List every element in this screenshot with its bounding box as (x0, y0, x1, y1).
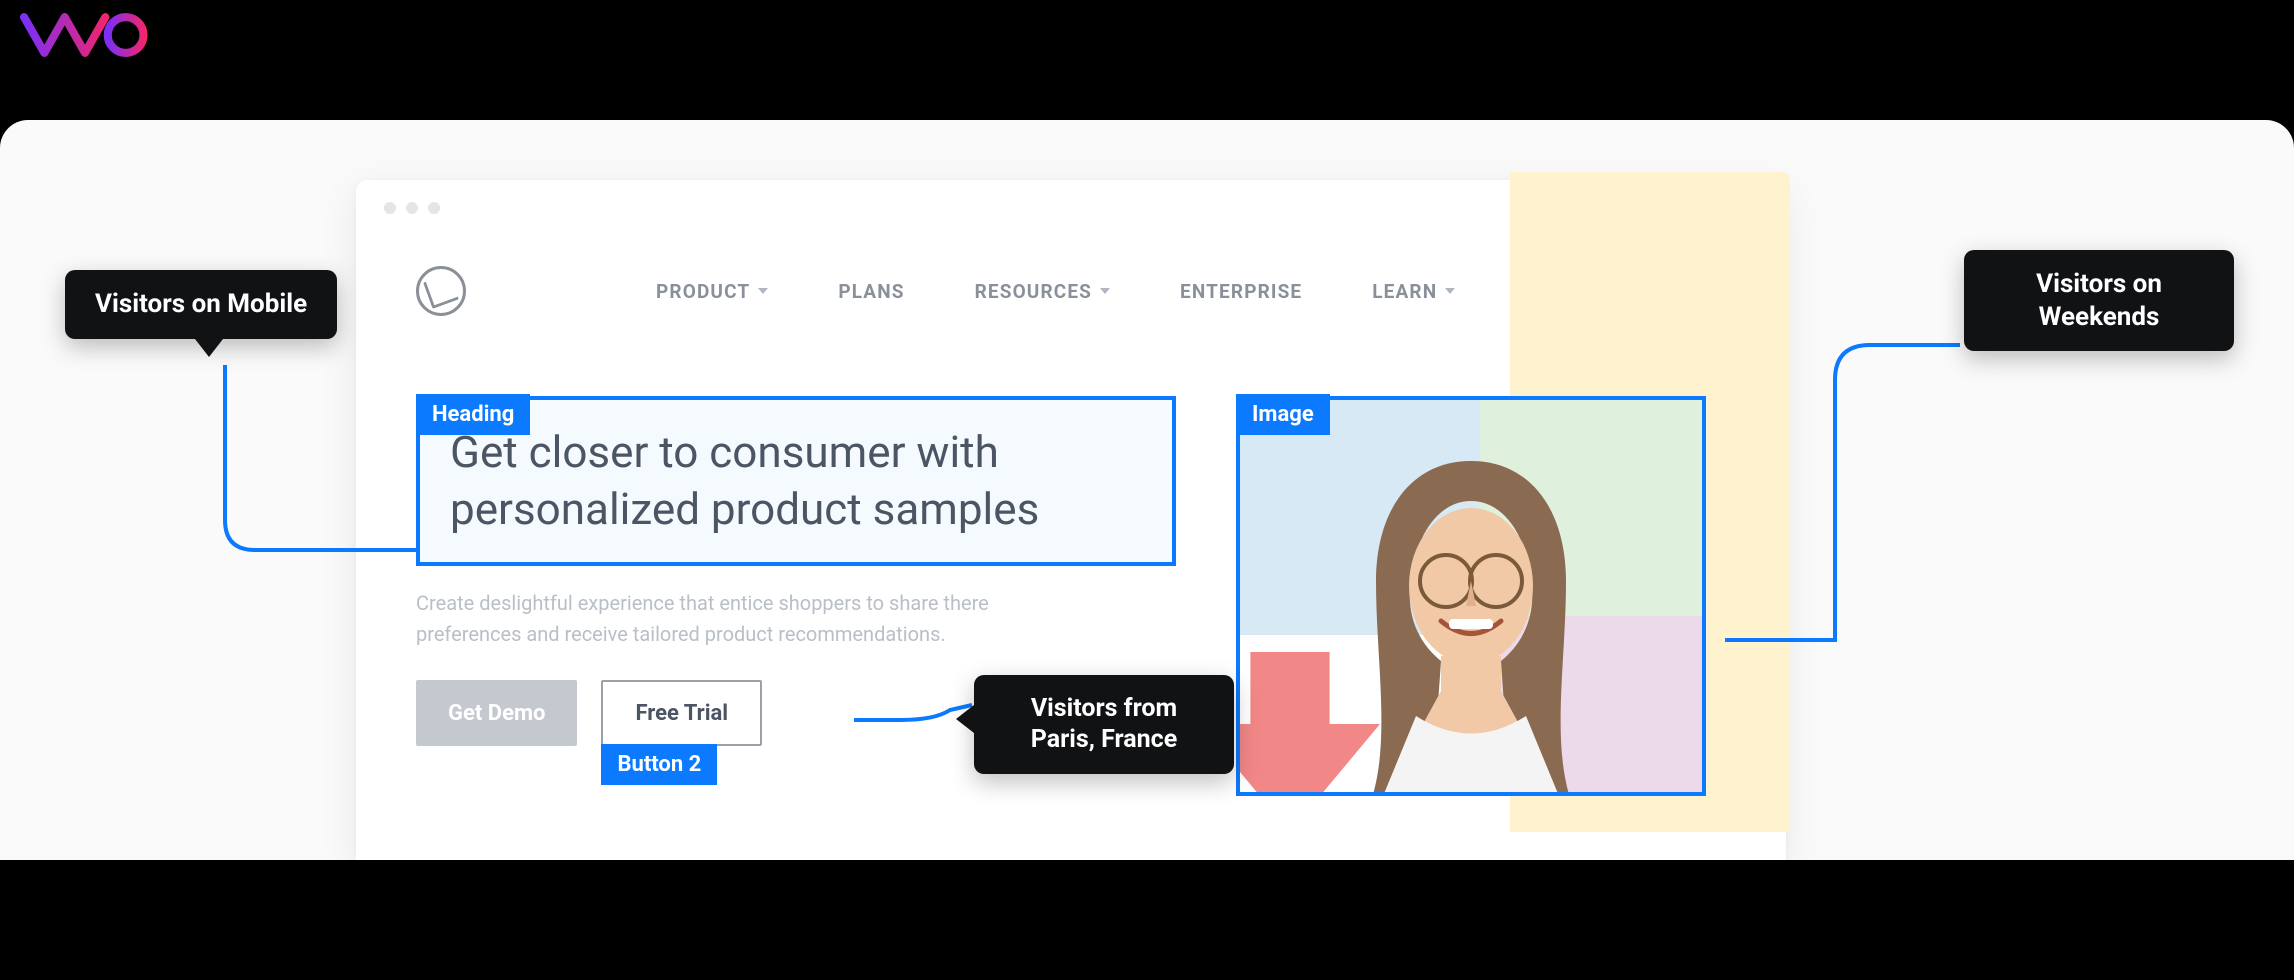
button-label: Free Trial (635, 701, 728, 726)
nav-label: PLANS (838, 280, 904, 303)
hero-right: Image (1236, 356, 1706, 796)
editor-tag-button2[interactable]: Button 2 (601, 744, 717, 785)
stage: Visitors on Mobile Visitors from Paris, … (0, 120, 2294, 860)
site-logo-icon[interactable] (416, 266, 466, 316)
callout-visitors-mobile[interactable]: Visitors on Mobile (65, 270, 337, 339)
nav-label: PRODUCT (656, 280, 750, 303)
tag-label: Button 2 (617, 752, 701, 777)
callout-label: Visitors on Weekends (2036, 269, 2162, 332)
nav-label: LEARN (1372, 280, 1437, 303)
nav-label: RESOURCES (975, 280, 1092, 303)
hero-subtext: Create deslightful experience that entic… (416, 588, 1056, 650)
person-portrait-icon (1321, 431, 1621, 796)
site-nav: PRODUCT PLANS RESOURCES ENTERPRISE LEARN (416, 266, 1726, 316)
chevron-down-icon (1445, 288, 1455, 294)
hero-headline: Get closer to consumer with personalized… (450, 424, 1142, 538)
callout-label: Visitors on Mobile (95, 289, 307, 319)
editor-tag-image[interactable]: Image (1236, 394, 1330, 435)
free-trial-button[interactable]: Free Trial (601, 680, 762, 746)
nav-item-plans[interactable]: PLANS (838, 280, 904, 303)
nav-item-learn[interactable]: LEARN (1372, 280, 1455, 303)
tag-label: Heading (432, 402, 514, 427)
chevron-down-icon (758, 288, 768, 294)
vwo-logo-icon (20, 10, 150, 60)
nav-item-product[interactable]: PRODUCT (656, 280, 768, 303)
button-label: Get Demo (448, 701, 545, 726)
free-trial-wrap: Free Trial Button 2 (601, 680, 762, 746)
chevron-down-icon (1100, 288, 1110, 294)
nav-item-enterprise[interactable]: ENTERPRISE (1180, 280, 1302, 303)
callout-visitors-weekends[interactable]: Visitors on Weekends (1964, 250, 2234, 351)
image-selection[interactable] (1236, 396, 1706, 796)
get-demo-button[interactable]: Get Demo (416, 680, 577, 746)
callout-label: Visitors from Paris, France (1031, 694, 1177, 754)
editor-tag-heading[interactable]: Heading (416, 394, 530, 435)
tag-label: Image (1252, 402, 1314, 427)
nav-label: ENTERPRISE (1180, 280, 1302, 303)
nav-item-resources[interactable]: RESOURCES (975, 280, 1110, 303)
top-bar (0, 0, 2294, 70)
callout-visitors-paris[interactable]: Visitors from Paris, France (974, 675, 1234, 774)
